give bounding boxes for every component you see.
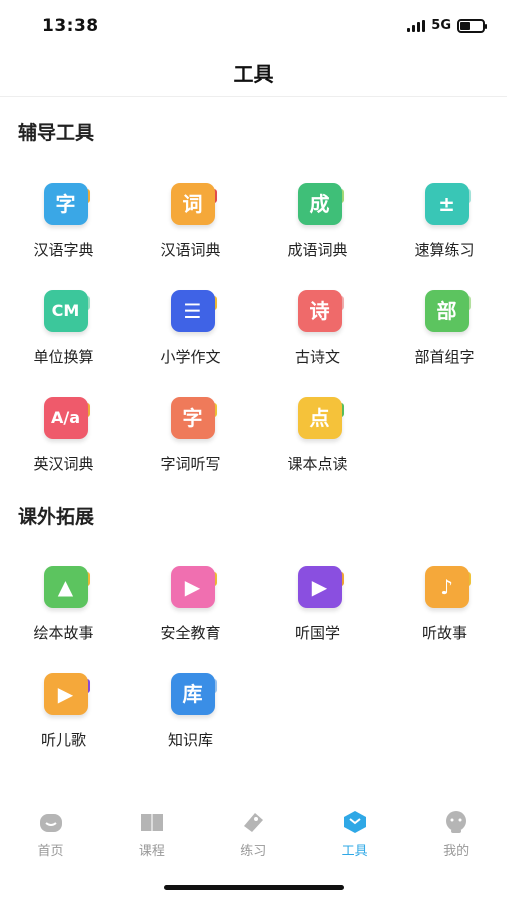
section-title-tutoring: 辅导工具 — [18, 122, 95, 144]
tool-label: 英汉词典 — [33, 455, 94, 473]
tool-item[interactable]: CM 单位换算 — [0, 290, 127, 367]
tool-item[interactable]: 成成语词典 — [254, 183, 381, 260]
tab-label: 工具 — [341, 844, 368, 859]
status-indicators: 5G — [407, 18, 487, 33]
tool-item[interactable]: ☰ 小学作文 — [127, 290, 254, 367]
tool-label: 汉语字典 — [33, 241, 94, 259]
home-icon — [38, 810, 64, 834]
tab-label: 首页 — [37, 844, 64, 859]
tool-label: 课本点读 — [287, 455, 348, 473]
tool-label: 知识库 — [167, 731, 213, 749]
tab-tools[interactable]: 工具 — [304, 810, 405, 859]
tool-item[interactable]: ▶ 听国学 — [254, 566, 381, 643]
children-song-icon: ▶ — [38, 673, 90, 717]
tv-icon: ▶ — [165, 566, 217, 610]
tool-item[interactable]: ♪ 听故事 — [381, 566, 507, 643]
radical-icon: 部 — [419, 290, 471, 334]
ci-icon: 词 — [165, 183, 217, 227]
tab-course[interactable]: 课程 — [101, 810, 202, 859]
tool-item[interactable]: 部部首组字 — [381, 290, 507, 367]
page-title: 工具 — [233, 62, 274, 86]
bottom-tab-bar: 首页 课程 练习 工具 我的 — [0, 810, 507, 870]
zi-icon: 字 — [38, 183, 90, 227]
profile-icon — [443, 810, 469, 834]
tool-item[interactable]: 字字词听写 — [127, 397, 254, 474]
cheng-icon: 成 — [292, 183, 344, 227]
tool-item[interactable]: A/a 英汉词典 — [0, 397, 127, 474]
tab-profile[interactable]: 我的 — [406, 810, 507, 859]
tool-label: 听儿歌 — [40, 731, 86, 749]
video-play-icon: ▶ — [292, 566, 344, 610]
music-note-icon: ♪ — [419, 566, 471, 610]
status-bar: 13:38 5G — [0, 0, 507, 52]
textbook-reading-icon: 点 — [292, 397, 344, 441]
network-type: 5G — [431, 18, 451, 33]
tool-item[interactable]: ▶ 听儿歌 — [0, 673, 127, 750]
home-indicator — [164, 885, 344, 890]
tab-label: 我的 — [443, 844, 470, 859]
battery-icon — [457, 18, 487, 33]
cm-icon: CM — [38, 290, 90, 334]
status-time: 13:38 — [42, 16, 99, 36]
tool-label: 小学作文 — [160, 348, 221, 366]
tool-label: 绘本故事 — [33, 624, 94, 642]
tab-home[interactable]: 首页 — [0, 810, 101, 859]
tool-label: 安全教育 — [160, 624, 221, 642]
poem-icon: 诗 — [292, 290, 344, 334]
calculator-icon: ± — [419, 183, 471, 227]
signal-icon — [407, 19, 426, 32]
course-book-icon — [139, 810, 165, 834]
tab-label: 课程 — [138, 844, 165, 859]
tool-label: 部首组字 — [414, 348, 475, 366]
tool-item[interactable]: 诗古诗文 — [254, 290, 381, 367]
tool-item[interactable]: 字汉语字典 — [0, 183, 127, 260]
english-dictionary-icon: A/a — [38, 397, 90, 441]
tool-item[interactable]: ± 速算练习 — [381, 183, 507, 260]
picture-book-icon: ▲ — [38, 566, 90, 610]
tool-label: 听国学 — [294, 624, 340, 642]
tab-label: 练习 — [240, 844, 267, 859]
tool-label: 汉语词典 — [160, 241, 221, 259]
dictation-icon: 字 — [165, 397, 217, 441]
tool-item[interactable]: 词汉语词典 — [127, 183, 254, 260]
tool-label: 速算练习 — [414, 241, 475, 259]
tool-item[interactable]: ▲ 绘本故事 — [0, 566, 127, 643]
tool-item[interactable]: 库知识库 — [127, 673, 254, 750]
tools-box-icon — [342, 810, 368, 834]
tool-label: 听故事 — [421, 624, 467, 642]
notebook-pencil-icon: ☰ — [165, 290, 217, 334]
knowledge-base-icon: 库 — [165, 673, 217, 717]
tool-item[interactable]: 点课本点读 — [254, 397, 381, 474]
tool-label: 成语词典 — [287, 241, 348, 259]
header-divider — [0, 96, 507, 97]
section-title-extension: 课外拓展 — [18, 506, 95, 528]
practice-tag-icon — [240, 810, 266, 834]
tool-label: 古诗文 — [294, 348, 340, 366]
tool-label: 单位换算 — [33, 348, 94, 366]
tab-practice[interactable]: 练习 — [203, 810, 304, 859]
tool-item[interactable]: ▶ 安全教育 — [127, 566, 254, 643]
tool-label: 字词听写 — [160, 455, 221, 473]
